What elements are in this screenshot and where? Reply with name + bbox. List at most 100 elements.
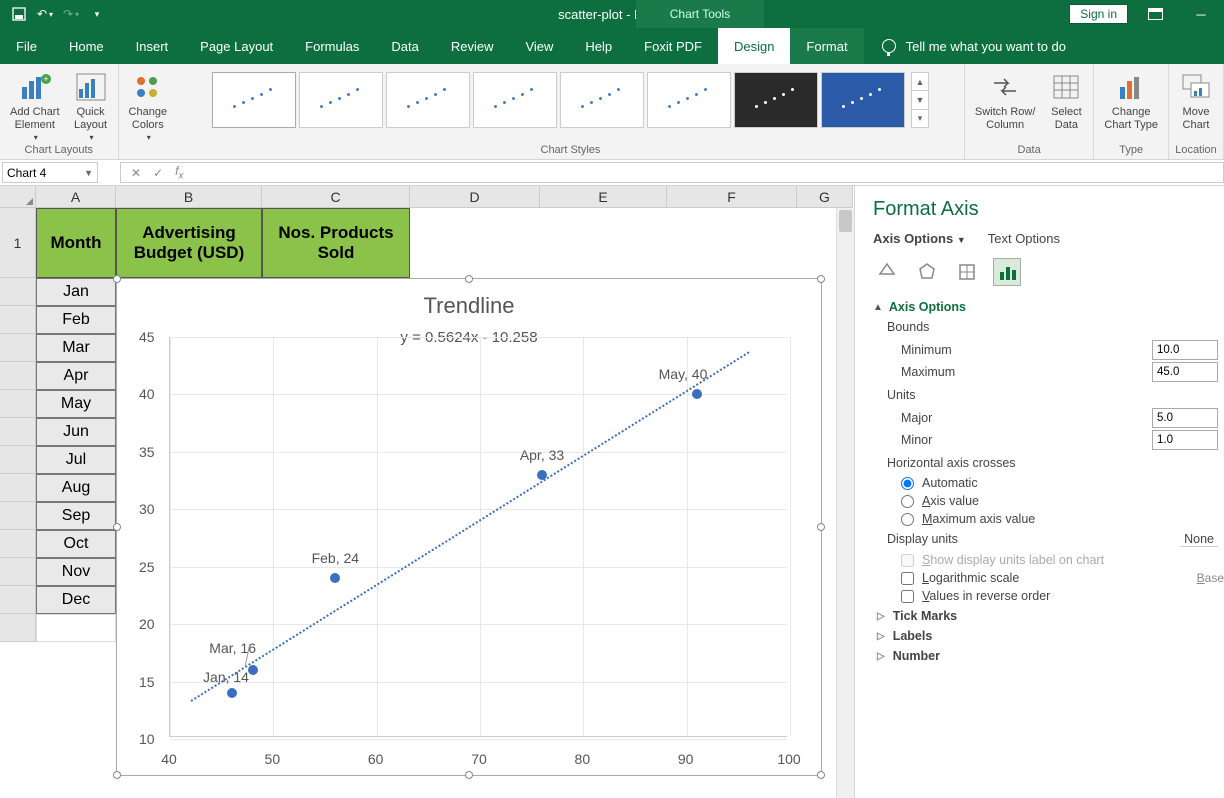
row-header[interactable]: [0, 502, 36, 530]
quick-layout-button[interactable]: Quick Layout▾: [70, 66, 112, 142]
chart-style-thumb[interactable]: [212, 72, 296, 128]
tab-data[interactable]: Data: [375, 28, 434, 64]
resize-handle[interactable]: [465, 275, 473, 283]
resize-handle[interactable]: [817, 275, 825, 283]
tell-me-search[interactable]: Tell me what you want to do: [882, 28, 1066, 64]
worksheet-area[interactable]: ABCDEFG 1 Month Advertising Budget (USD)…: [0, 186, 854, 798]
cell-month[interactable]: Sep: [36, 502, 116, 530]
cell-month[interactable]: Jun: [36, 418, 116, 446]
data-label[interactable]: May, 40: [659, 366, 708, 382]
chevron-down-icon[interactable]: ▼: [84, 168, 93, 178]
chart-style-thumb[interactable]: [386, 72, 470, 128]
radio-automatic[interactable]: [901, 477, 914, 490]
cell-month[interactable]: Mar: [36, 334, 116, 362]
name-box[interactable]: Chart 4 ▼: [2, 162, 98, 183]
header-month[interactable]: Month: [36, 208, 116, 278]
enter-icon[interactable]: ✓: [153, 166, 163, 180]
qat-customize[interactable]: ▾: [84, 2, 110, 26]
resize-handle[interactable]: [113, 275, 121, 283]
resize-handle[interactable]: [817, 523, 825, 531]
vertical-scrollbar[interactable]: ▲: [836, 208, 854, 798]
cell-month[interactable]: Jul: [36, 446, 116, 474]
row-header[interactable]: [0, 334, 36, 362]
move-chart-button[interactable]: Move Chart: [1175, 66, 1217, 131]
chart-style-thumb[interactable]: [734, 72, 818, 128]
column-header-A[interactable]: A: [36, 186, 116, 208]
bounds-minimum-input[interactable]: [1152, 340, 1218, 360]
section-number[interactable]: ▷Number: [877, 649, 1224, 663]
gallery-more[interactable]: ▾: [912, 110, 928, 127]
data-label[interactable]: Jan, 14: [203, 669, 249, 685]
cell[interactable]: [36, 614, 116, 642]
chart-style-thumb[interactable]: [299, 72, 383, 128]
tab-foxit-pdf[interactable]: Foxit PDF: [628, 28, 718, 64]
tab-review[interactable]: Review: [435, 28, 510, 64]
add-chart-element-button[interactable]: + Add Chart Element▾: [6, 66, 64, 142]
switch-row-column-button[interactable]: Switch Row/ Column: [971, 66, 1040, 131]
change-chart-type-button[interactable]: Change Chart Type: [1100, 66, 1162, 131]
chart-style-thumb[interactable]: [821, 72, 905, 128]
chart-style-thumb[interactable]: [647, 72, 731, 128]
tab-format[interactable]: Format: [790, 28, 863, 64]
column-header-B[interactable]: B: [116, 186, 262, 208]
column-header-F[interactable]: F: [667, 186, 797, 208]
chart-title[interactable]: Trendline: [117, 293, 821, 319]
section-tick-marks[interactable]: ▷Tick Marks: [877, 609, 1224, 623]
row-header[interactable]: [0, 390, 36, 418]
row-header[interactable]: [0, 362, 36, 390]
cell-month[interactable]: Oct: [36, 530, 116, 558]
column-header-G[interactable]: G: [797, 186, 853, 208]
row-header[interactable]: [0, 306, 36, 334]
undo-button[interactable]: ↶▾: [32, 2, 58, 26]
tab-view[interactable]: View: [509, 28, 569, 64]
resize-handle[interactable]: [817, 771, 825, 779]
section-labels[interactable]: ▷Labels: [877, 629, 1224, 643]
section-axis-options[interactable]: ▲Axis Options: [873, 300, 1224, 314]
save-icon[interactable]: [6, 2, 32, 26]
cancel-icon[interactable]: ✕: [131, 166, 141, 180]
plot-area[interactable]: Jan, 14Feb, 24Mar, 16Apr, 33May, 40: [169, 337, 787, 737]
cell-month[interactable]: Aug: [36, 474, 116, 502]
gallery-down[interactable]: ▼: [912, 91, 928, 109]
minimize-button[interactable]: ─: [1178, 0, 1224, 28]
chart-style-thumb[interactable]: [473, 72, 557, 128]
data-point[interactable]: [692, 389, 702, 399]
redo-button[interactable]: ↷▾: [58, 2, 84, 26]
row-header[interactable]: [0, 278, 36, 306]
sign-in-button[interactable]: Sign in: [1069, 4, 1128, 24]
resize-handle[interactable]: [113, 523, 121, 531]
tab-help[interactable]: Help: [569, 28, 628, 64]
formula-input[interactable]: ✕ ✓ fx: [120, 162, 1224, 183]
header-products-sold[interactable]: Nos. Products Sold: [262, 208, 410, 278]
chart-style-thumb[interactable]: [560, 72, 644, 128]
select-data-button[interactable]: Select Data: [1045, 66, 1087, 131]
fill-line-icon[interactable]: [873, 258, 901, 286]
check-reverse-order[interactable]: [901, 590, 914, 603]
header-adv-budget[interactable]: Advertising Budget (USD): [116, 208, 262, 278]
units-major-input[interactable]: [1152, 408, 1218, 428]
scroll-thumb[interactable]: [839, 210, 852, 232]
pane-tab-text-options[interactable]: Text Options: [988, 231, 1060, 246]
gallery-scroll[interactable]: ▲ ▼ ▾: [911, 72, 929, 128]
axis-options-icon[interactable]: [993, 258, 1021, 286]
tab-home[interactable]: Home: [53, 28, 120, 64]
data-point[interactable]: [227, 688, 237, 698]
embedded-chart[interactable]: Trendline y = 0.5624x - 10.258 Jan, 14Fe…: [116, 278, 822, 776]
resize-handle[interactable]: [113, 771, 121, 779]
row-header[interactable]: [0, 558, 36, 586]
cell-month[interactable]: Apr: [36, 362, 116, 390]
check-log-scale[interactable]: [901, 572, 914, 585]
fx-icon[interactable]: fx: [175, 164, 183, 181]
row-header[interactable]: [0, 586, 36, 614]
cell-month[interactable]: Jan: [36, 278, 116, 306]
column-header-D[interactable]: D: [410, 186, 540, 208]
ribbon-display-options[interactable]: [1132, 0, 1178, 28]
row-header-1[interactable]: 1: [0, 208, 36, 278]
tab-design[interactable]: Design: [718, 28, 790, 64]
pane-tab-axis-options[interactable]: Axis Options ▼: [873, 231, 966, 246]
effects-icon[interactable]: [913, 258, 941, 286]
row-header[interactable]: [0, 614, 36, 642]
change-colors-button[interactable]: Change Colors▾: [125, 66, 172, 142]
row-header[interactable]: [0, 530, 36, 558]
bounds-maximum-input[interactable]: [1152, 362, 1218, 382]
